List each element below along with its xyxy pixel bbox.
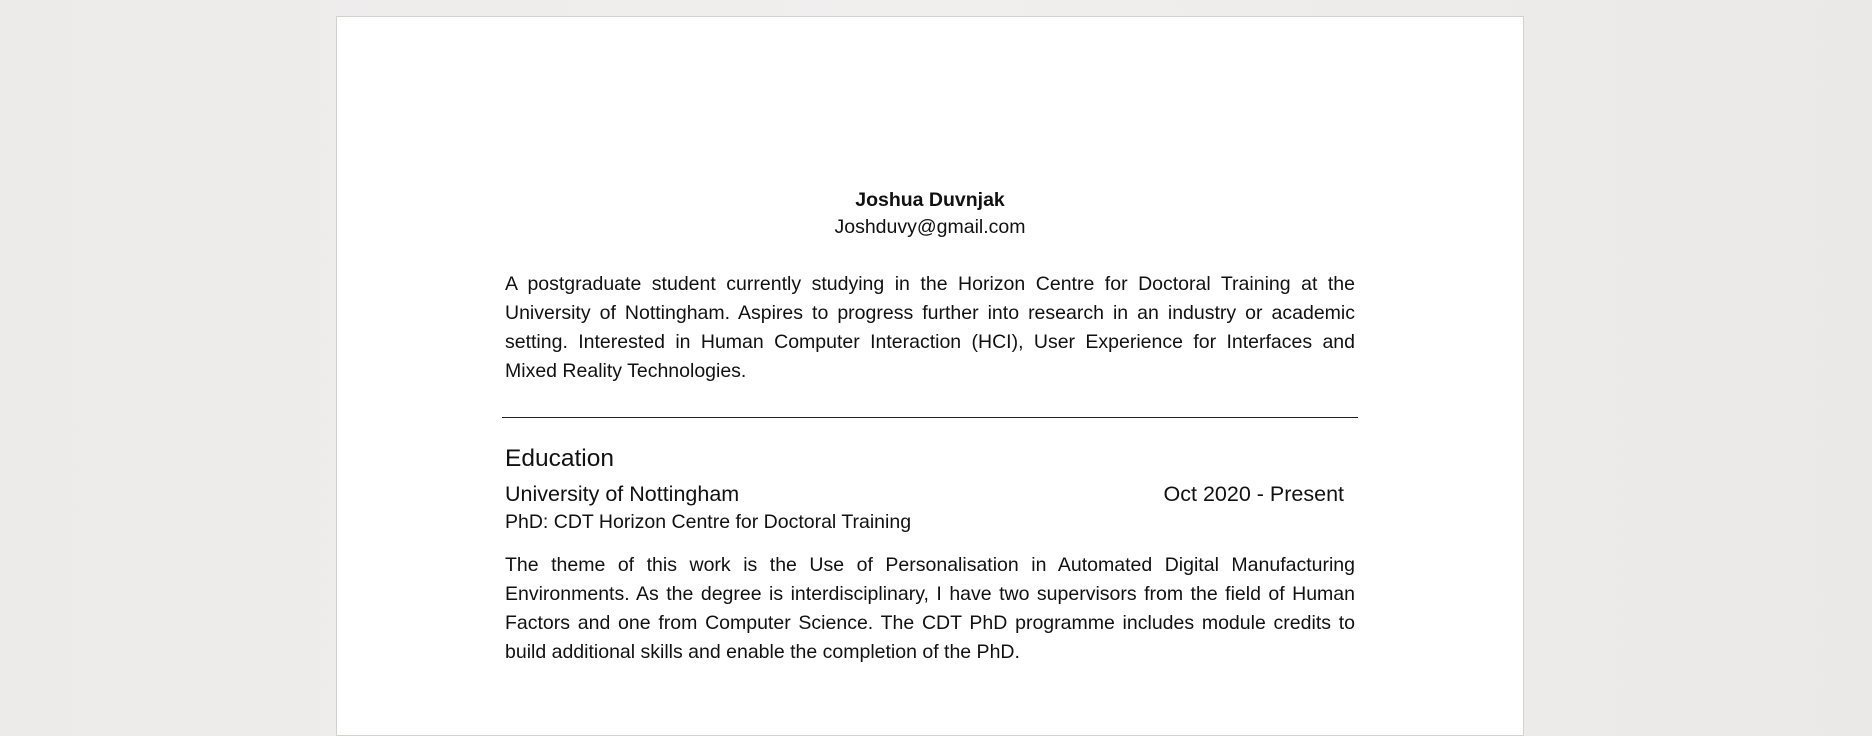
candidate-email: Joshduvy@gmail.com xyxy=(834,216,1026,238)
education-heading: Education xyxy=(505,445,614,472)
summary-paragraph: A postgraduate student currently studyin… xyxy=(505,273,1355,382)
education-entry: University of Nottingham Oct 2020 - Pres… xyxy=(505,480,1355,667)
education-entry-header: University of Nottingham Oct 2020 - Pres… xyxy=(505,480,1355,508)
header-block: Joshua Duvnjak Joshduvy@gmail.com xyxy=(505,187,1355,241)
education-description: The theme of this work is the Use of Per… xyxy=(505,554,1355,663)
education-dates: Oct 2020 - Present xyxy=(1163,482,1344,506)
institution-name: University of Nottingham xyxy=(505,482,740,506)
section-divider xyxy=(502,417,1358,418)
degree-title: PhD: CDT Horizon Centre for Doctoral Tra… xyxy=(505,511,912,533)
document-content: Joshua Duvnjak Joshduvy@gmail.com A post… xyxy=(502,187,1358,667)
document-page: Joshua Duvnjak Joshduvy@gmail.com A post… xyxy=(336,16,1524,736)
candidate-name: Joshua Duvnjak xyxy=(855,189,1005,211)
